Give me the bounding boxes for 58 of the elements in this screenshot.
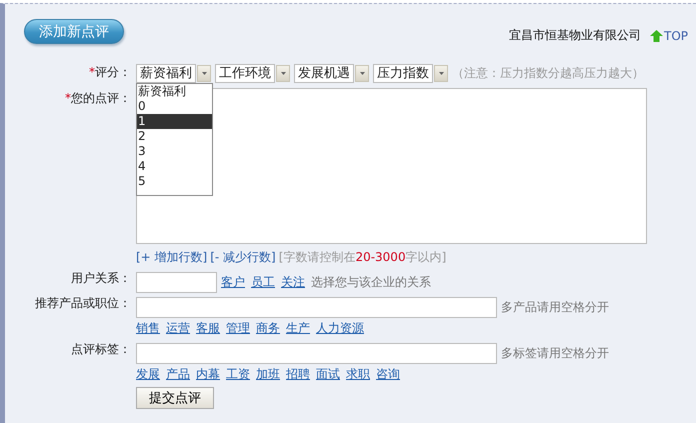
dropdown-option[interactable]: 3 bbox=[137, 144, 212, 158]
tag-link[interactable]: 商务 bbox=[256, 318, 280, 338]
tag-link[interactable]: 销售 bbox=[136, 318, 160, 338]
tag-link[interactable]: 客服 bbox=[196, 318, 220, 338]
tag-link[interactable]: 发展 bbox=[136, 364, 160, 384]
tags-hint: 多标签请用空格分开 bbox=[501, 345, 609, 362]
up-arrow-icon bbox=[650, 30, 663, 42]
dropdown-button[interactable] bbox=[434, 64, 448, 82]
tag-link[interactable]: 加班 bbox=[256, 364, 280, 384]
field-label: 用户关系： bbox=[70, 270, 131, 287]
relation-link[interactable]: 员工 bbox=[251, 274, 275, 291]
caret-icon bbox=[360, 72, 364, 74]
dropdown-button[interactable] bbox=[197, 64, 211, 82]
tag-link[interactable]: 面试 bbox=[316, 364, 340, 384]
dropdown-button[interactable] bbox=[276, 64, 290, 82]
add-review-button[interactable]: 添加新点评 bbox=[24, 19, 124, 44]
relation-field[interactable] bbox=[136, 272, 217, 293]
dropdown-option[interactable]: 0 bbox=[137, 98, 212, 114]
row-link[interactable]: [- 减少行数] bbox=[210, 250, 276, 264]
dropdown-option[interactable]: 2 bbox=[137, 128, 212, 144]
row-link[interactable]: [+ 增加行数] bbox=[136, 250, 208, 264]
submit-button[interactable]: 提交点评 bbox=[136, 387, 214, 409]
tag-link[interactable]: 运营 bbox=[166, 318, 190, 338]
tag-link[interactable]: 内幕 bbox=[196, 364, 220, 384]
relation-hint: 选择您与该企业的关系 bbox=[311, 274, 431, 291]
tag-link[interactable]: 生产 bbox=[286, 318, 310, 338]
caret-icon bbox=[202, 72, 206, 74]
field-label: *您的点评： bbox=[64, 90, 131, 107]
company-name: 宜昌市恒基物业有限公司 bbox=[508, 27, 641, 44]
rating-select[interactable]: 压力指数 bbox=[373, 64, 433, 82]
field-label: 推荐产品或职位： bbox=[34, 295, 131, 312]
rating-select[interactable]: 工作环境 bbox=[215, 64, 275, 82]
top-link[interactable]: TOP bbox=[650, 28, 688, 42]
tag-link[interactable]: 招聘 bbox=[286, 364, 310, 384]
dropdown-option[interactable]: 薪资福利 bbox=[137, 84, 212, 98]
length-hint: [字数请控制在20-3000字以内] bbox=[278, 250, 446, 264]
products-hint: 多产品请用空格分开 bbox=[501, 299, 609, 316]
rating-note: （注意：压力指数分越高压力越大） bbox=[452, 64, 644, 82]
tag-link[interactable]: 管理 bbox=[226, 318, 250, 338]
tags-field[interactable] bbox=[136, 343, 497, 364]
field-label: *评分： bbox=[88, 64, 131, 81]
dropdown-option[interactable]: 4 bbox=[137, 158, 212, 174]
rating-select[interactable]: 薪资福利 bbox=[136, 64, 196, 82]
tag-link[interactable]: 求职 bbox=[346, 364, 370, 384]
caret-icon bbox=[438, 72, 444, 74]
dropdown-option[interactable]: 1 bbox=[137, 114, 212, 128]
caret-icon bbox=[280, 72, 286, 74]
relation-link[interactable]: 客户 bbox=[221, 274, 245, 291]
tag-link[interactable]: 人力资源 bbox=[316, 318, 364, 338]
dropdown-button[interactable] bbox=[355, 64, 369, 82]
tag-link[interactable]: 产品 bbox=[166, 364, 190, 384]
tag-link[interactable]: 咨询 bbox=[376, 364, 400, 384]
tag-link[interactable]: 工资 bbox=[226, 364, 250, 384]
products-field[interactable] bbox=[136, 297, 497, 318]
rating-select[interactable]: 发展机遇 bbox=[294, 64, 354, 82]
dropdown-option[interactable]: 5 bbox=[137, 174, 212, 188]
field-label: 点评标签： bbox=[70, 341, 131, 358]
relation-link[interactable]: 关注 bbox=[281, 274, 305, 291]
